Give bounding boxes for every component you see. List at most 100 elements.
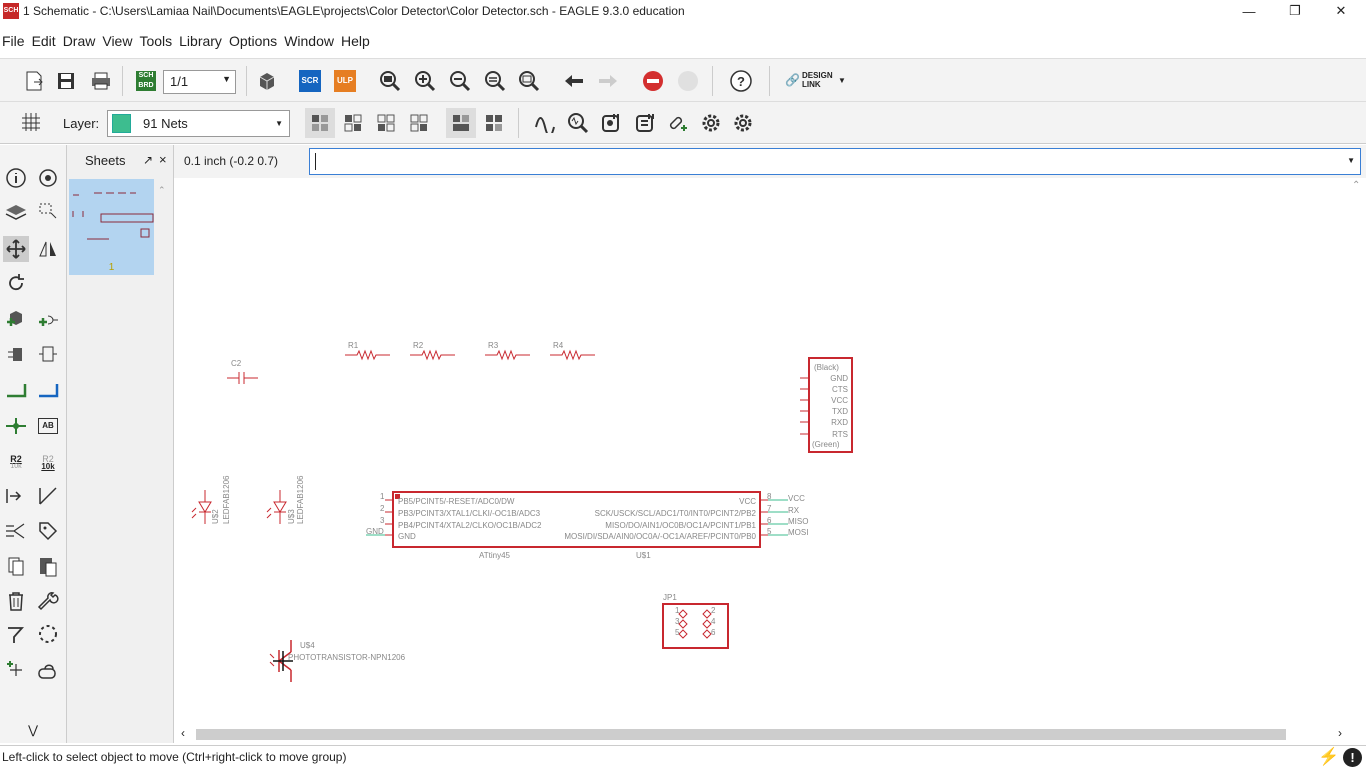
capacitor-c2[interactable]: C2: [227, 359, 258, 384]
menu-options[interactable]: Options: [229, 33, 277, 49]
command-input[interactable]: ▼: [309, 148, 1361, 175]
delete-icon[interactable]: [3, 588, 29, 614]
gate-swap-icon[interactable]: [35, 341, 61, 367]
menu-library[interactable]: Library: [179, 33, 222, 49]
expand-palette-icon[interactable]: ⋁: [20, 717, 46, 743]
zoom-out-icon[interactable]: [446, 67, 474, 95]
ulp-icon[interactable]: ULP: [331, 67, 359, 95]
dash-circle-icon[interactable]: [35, 621, 61, 647]
smash-icon[interactable]: [35, 657, 61, 683]
pin-swap-icon[interactable]: [3, 483, 29, 509]
sheets-scroll-up-icon[interactable]: ⌃: [158, 185, 166, 196]
ic-attiny45[interactable]: 1 2 3 PB5/PCINT5/-RESET/ADC0/DW PB3/PCIN…: [366, 491, 808, 560]
move-icon[interactable]: [3, 236, 29, 262]
layers-icon[interactable]: [3, 199, 29, 225]
scroll-thumb[interactable]: [196, 729, 1286, 740]
replace-icon[interactable]: [3, 341, 29, 367]
close-button[interactable]: ✕: [1318, 0, 1364, 22]
zoom-in-icon[interactable]: [411, 67, 439, 95]
name-icon[interactable]: R2 10k: [3, 450, 29, 476]
group-select-icon[interactable]: [35, 199, 61, 225]
net-icon[interactable]: [35, 378, 61, 404]
design-link-button[interactable]: 🔗 DESIGN LINK ▼: [785, 71, 846, 89]
mirror-icon[interactable]: [35, 236, 61, 262]
erc-icon[interactable]: [597, 109, 625, 137]
print-icon[interactable]: [87, 67, 115, 95]
chevron-down-icon[interactable]: ▼: [1347, 156, 1355, 165]
show-eye-icon[interactable]: [35, 165, 61, 191]
close-panel-icon[interactable]: ×: [159, 152, 167, 167]
paste-icon[interactable]: [35, 553, 61, 579]
resistor-r3[interactable]: R3: [485, 341, 530, 361]
line-icon[interactable]: [35, 483, 61, 509]
restore-button[interactable]: ❐: [1272, 0, 1318, 22]
resistor-r2[interactable]: R2: [410, 341, 455, 361]
copy-icon[interactable]: [3, 553, 29, 579]
sheet-thumbnail[interactable]: 1: [69, 179, 154, 275]
add-pin-icon[interactable]: [35, 307, 61, 333]
cam-icon[interactable]: [253, 67, 281, 95]
add-attribute-icon[interactable]: [3, 657, 29, 683]
scroll-left-icon[interactable]: ‹: [181, 726, 185, 740]
signal-icon[interactable]: [531, 109, 559, 137]
stop-icon[interactable]: [639, 67, 667, 95]
jumper-jp1[interactable]: JP1 1 2 3 4 5 6: [662, 593, 729, 649]
warning-icon[interactable]: !: [1343, 748, 1362, 767]
tag-icon[interactable]: [35, 518, 61, 544]
miter-icon[interactable]: [3, 621, 29, 647]
junction-icon[interactable]: [3, 413, 29, 439]
zoom-redraw-icon[interactable]: [481, 67, 509, 95]
zoom-fit-icon[interactable]: [376, 67, 404, 95]
attribute-icon[interactable]: [664, 109, 692, 137]
show-icon[interactable]: [564, 109, 592, 137]
rotate-icon[interactable]: [3, 270, 29, 296]
grid-icon[interactable]: [17, 108, 45, 136]
zoom-select-icon[interactable]: [516, 67, 544, 95]
help-icon[interactable]: ?: [727, 67, 755, 95]
undock-icon[interactable]: ↗: [143, 153, 153, 167]
menu-tools[interactable]: Tools: [139, 33, 172, 49]
resistor-r4[interactable]: R4: [550, 341, 595, 361]
scroll-up-icon[interactable]: ⌃: [1352, 180, 1360, 191]
wire-bend-3-icon[interactable]: [405, 109, 433, 137]
phototransistor-u4[interactable]: U$4 PHOTOTRANSISTOR-NPN1206: [269, 640, 406, 682]
layer-select[interactable]: 91 Nets ▼: [107, 110, 290, 137]
led-u3[interactable]: U$3 LEDFAB1206: [266, 475, 305, 524]
sheet-select[interactable]: 1/1 ▼: [163, 70, 236, 94]
minimize-button[interactable]: —: [1226, 0, 1272, 22]
value-icon[interactable]: R2 10k: [35, 450, 61, 476]
menu-edit[interactable]: Edit: [32, 33, 56, 49]
wire-bend-1-icon[interactable]: [339, 109, 367, 137]
sch-brd-switch-icon[interactable]: SCH BRD: [132, 67, 160, 95]
wire-bend-0-icon[interactable]: [305, 108, 335, 138]
wire-bend-4-icon[interactable]: [446, 108, 476, 138]
menu-help[interactable]: Help: [341, 33, 370, 49]
save-icon[interactable]: [52, 67, 80, 95]
script-icon[interactable]: SCR: [296, 67, 324, 95]
wrench-icon[interactable]: [35, 588, 61, 614]
lightning-icon[interactable]: ⚡: [1318, 747, 1339, 767]
menu-file[interactable]: File: [2, 33, 25, 49]
wire-icon[interactable]: [3, 378, 29, 404]
open-icon[interactable]: [20, 67, 48, 95]
wire-bend-5-icon[interactable]: [480, 109, 508, 137]
errors-icon[interactable]: [631, 109, 659, 137]
vertical-scrollbar[interactable]: ⌃: [1348, 178, 1366, 726]
wire-bend-2-icon[interactable]: [372, 109, 400, 137]
label-icon[interactable]: AB: [35, 413, 61, 439]
scroll-right-icon[interactable]: ›: [1338, 726, 1342, 740]
schematic-canvas[interactable]: R1 R2 R3 R4 C2 U$2 LEDFAB1206 U$3 LEDFAB…: [174, 178, 1348, 726]
menu-view[interactable]: View: [102, 33, 132, 49]
undo-icon[interactable]: [560, 67, 588, 95]
led-u2[interactable]: U$2 LEDFAB1206: [191, 475, 231, 524]
add-part-icon[interactable]: [3, 307, 29, 333]
settings-gear-2-icon[interactable]: [729, 109, 757, 137]
menu-draw[interactable]: Draw: [63, 33, 96, 49]
settings-gear-icon[interactable]: [697, 109, 725, 137]
info-icon[interactable]: [3, 165, 29, 191]
split-icon[interactable]: [3, 518, 29, 544]
ftdi-header[interactable]: (Black) GND CTS VCC TXD RXD RTS (Green): [800, 357, 853, 453]
horizontal-scrollbar[interactable]: ‹ ›: [174, 726, 1366, 743]
menu-window[interactable]: Window: [284, 33, 334, 49]
resistor-r1[interactable]: R1: [345, 341, 390, 361]
